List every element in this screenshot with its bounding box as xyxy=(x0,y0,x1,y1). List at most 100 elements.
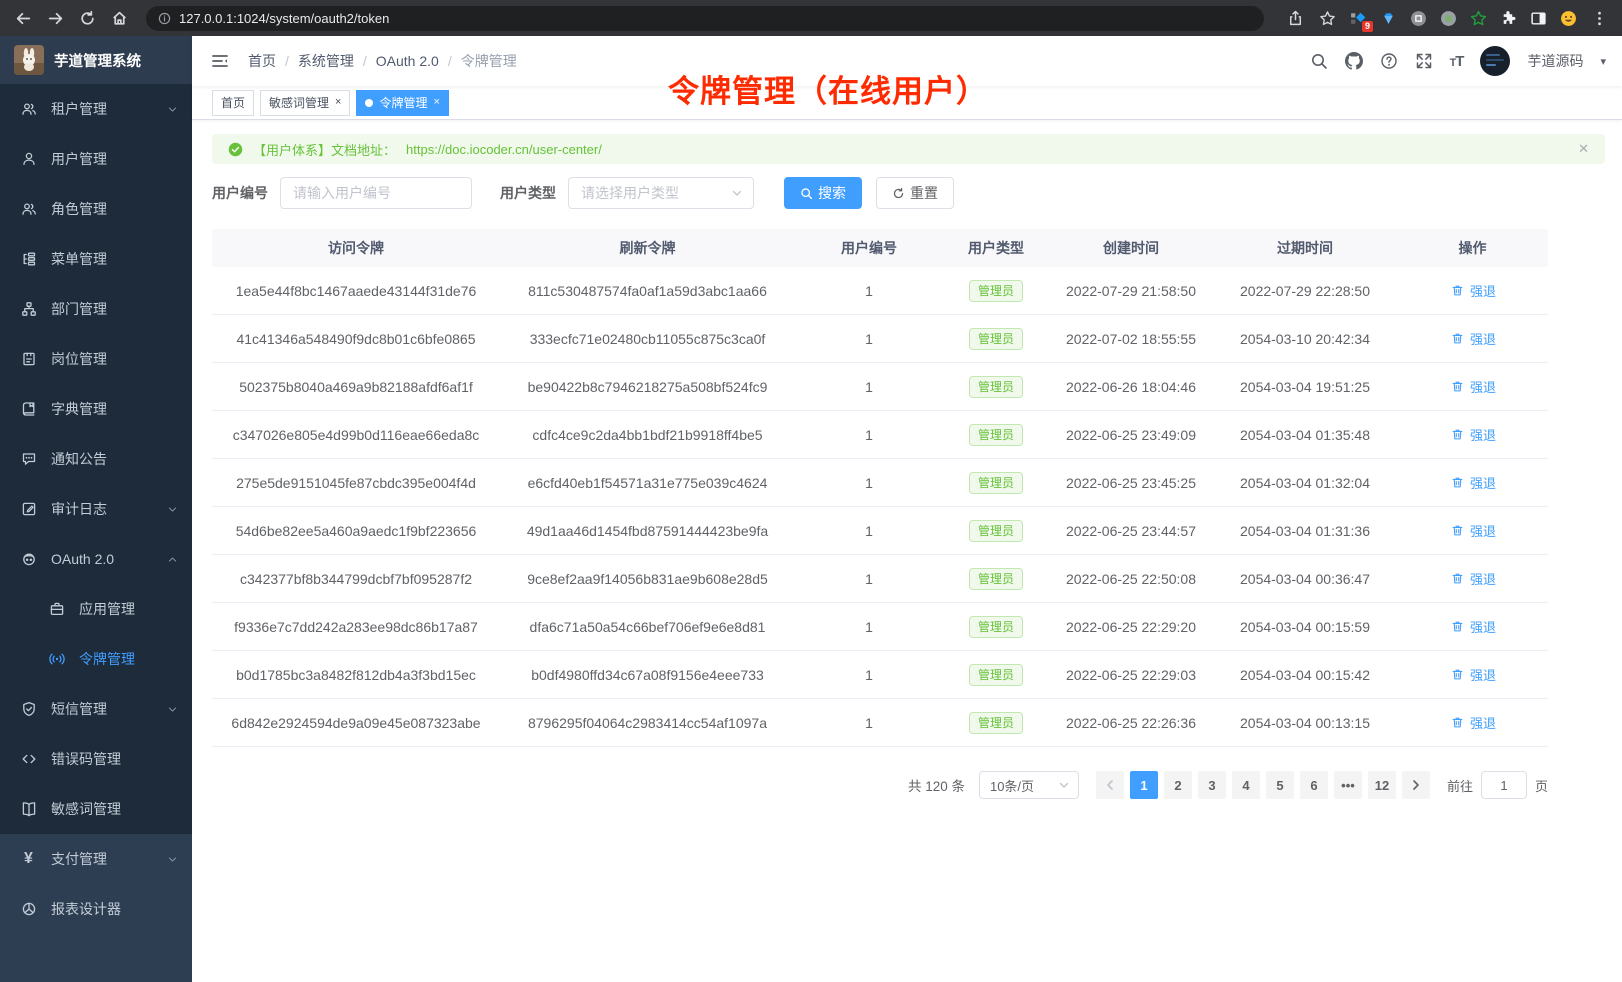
url-text: 127.0.0.1:1024/system/oauth2/token xyxy=(179,11,389,26)
force-logout-label: 强退 xyxy=(1470,425,1496,444)
sidebar-item-report[interactable]: 报表设计器 xyxy=(0,884,192,934)
force-logout-button[interactable]: 强退 xyxy=(1449,521,1496,540)
refresh-icon xyxy=(892,187,905,200)
tab-close-icon[interactable]: × xyxy=(433,97,439,108)
created-at-cell: 2022-06-25 22:29:03 xyxy=(1049,667,1213,683)
action-cell: 强退 xyxy=(1397,569,1548,588)
home-icon[interactable] xyxy=(106,5,132,31)
goto-page-input[interactable] xyxy=(1481,771,1527,799)
user-id-cell: 1 xyxy=(795,475,943,491)
extension-gem-icon[interactable] xyxy=(1376,6,1400,30)
user-type-cell: 管理员 xyxy=(943,664,1049,686)
tab-令牌管理[interactable]: 令牌管理× xyxy=(356,90,448,116)
force-logout-button[interactable]: 强退 xyxy=(1449,713,1496,732)
force-logout-button[interactable]: 强退 xyxy=(1449,617,1496,636)
tab-label: 首页 xyxy=(221,94,245,111)
sidebar-item-tenant[interactable]: 租户管理 xyxy=(0,84,192,134)
force-logout-button[interactable]: 强退 xyxy=(1449,569,1496,588)
table-row: 41c41346a548490f9dc8b01c6bfe0865333ecfc7… xyxy=(212,315,1548,363)
force-logout-button[interactable]: 强退 xyxy=(1449,473,1496,492)
avatar[interactable] xyxy=(1480,46,1510,76)
font-size-icon[interactable]: TT xyxy=(1450,53,1464,70)
page-button-5[interactable]: 5 xyxy=(1266,771,1294,799)
reset-button[interactable]: 重置 xyxy=(876,177,954,209)
force-logout-button[interactable]: 强退 xyxy=(1449,425,1496,444)
extension-command-icon[interactable] xyxy=(1406,6,1430,30)
site-info-icon[interactable] xyxy=(158,12,171,25)
sidebar-item-role[interactable]: 角色管理 xyxy=(0,184,192,234)
user-id-input[interactable] xyxy=(280,177,472,209)
forward-icon[interactable] xyxy=(42,5,68,31)
sidebar-item-log[interactable]: 审计日志 xyxy=(0,484,192,534)
alert-close-icon[interactable]: ✕ xyxy=(1578,141,1589,157)
alert-banner: 【用户体系】文档地址： https://doc.iocoder.cn/user-… xyxy=(212,134,1605,164)
sidebar-item-post[interactable]: 岗位管理 xyxy=(0,334,192,384)
profile-emoji-avatar[interactable] xyxy=(1556,6,1580,30)
search-button[interactable]: 搜索 xyxy=(784,177,862,209)
fullscreen-icon[interactable] xyxy=(1415,52,1433,70)
action-cell: 强退 xyxy=(1397,473,1548,492)
refresh-token-cell: 49d1aa46d1454fbd87591444423be9fa xyxy=(500,523,795,539)
github-icon[interactable] xyxy=(1345,52,1363,70)
extension-record-icon[interactable] xyxy=(1436,6,1460,30)
sidebar-item-token[interactable]: 令牌管理 xyxy=(0,634,192,684)
sidebar-item-oauth[interactable]: OAuth 2.0 xyxy=(0,534,192,584)
username[interactable]: 芋道源码 xyxy=(1527,51,1583,71)
share-icon[interactable] xyxy=(1282,5,1308,31)
force-logout-button[interactable]: 强退 xyxy=(1449,281,1496,300)
breadcrumb-item[interactable]: 首页 xyxy=(248,51,276,71)
search-button-label: 搜索 xyxy=(818,183,846,203)
tab-close-icon[interactable]: × xyxy=(335,97,341,108)
refresh-token-cell: cdfc4ce9c2da4bb1bdf21b9918ff4be5 xyxy=(500,427,795,443)
page-button-6[interactable]: 6 xyxy=(1300,771,1328,799)
extension-puzzle-icon[interactable] xyxy=(1496,6,1520,30)
address-bar[interactable]: 127.0.0.1:1024/system/oauth2/token xyxy=(146,6,1264,31)
force-logout-button[interactable]: 强退 xyxy=(1449,329,1496,348)
search-icon[interactable] xyxy=(1310,52,1328,70)
page-button-12[interactable]: 12 xyxy=(1368,771,1396,799)
breadcrumb-item[interactable]: 系统管理 xyxy=(298,51,354,71)
next-page-button[interactable] xyxy=(1402,771,1430,799)
tab-首页[interactable]: 首页 xyxy=(212,90,254,116)
chevron-down-icon xyxy=(1058,779,1070,791)
sidebar-item-dict[interactable]: 字典管理 xyxy=(0,384,192,434)
extension-star-icon[interactable] xyxy=(1466,6,1490,30)
caret-down-icon[interactable]: ▾ xyxy=(1600,55,1606,68)
sidebar-item-dept[interactable]: 部门管理 xyxy=(0,284,192,334)
help-icon[interactable] xyxy=(1380,52,1398,70)
reload-icon[interactable] xyxy=(74,5,100,31)
sidebar-panel-icon[interactable] xyxy=(1526,6,1550,30)
sidebar-item-sensitive[interactable]: 敏感词管理 xyxy=(0,784,192,834)
page-button-4[interactable]: 4 xyxy=(1232,771,1260,799)
browser-toolbar: 127.0.0.1:1024/system/oauth2/token 9 xyxy=(0,0,1622,36)
sidebar-item-pay[interactable]: ¥支付管理 xyxy=(0,834,192,884)
back-icon[interactable] xyxy=(10,5,36,31)
user-type-select[interactable]: 请选择用户类型 xyxy=(568,177,754,209)
page-button-3[interactable]: 3 xyxy=(1198,771,1226,799)
sidebar-item-app[interactable]: 应用管理 xyxy=(0,584,192,634)
tab-敏感词管理[interactable]: 敏感词管理× xyxy=(260,90,350,116)
sidebar-item-user[interactable]: 用户管理 xyxy=(0,134,192,184)
page-button-1[interactable]: 1 xyxy=(1130,771,1158,799)
page-button-2[interactable]: 2 xyxy=(1164,771,1192,799)
browser-menu-icon[interactable] xyxy=(1586,5,1612,31)
column-header: 用户类型 xyxy=(943,238,1049,258)
sidebar-item-notice[interactable]: 通知公告 xyxy=(0,434,192,484)
sidebar-item-sms[interactable]: 短信管理 xyxy=(0,684,192,734)
sidebar-item-errcode[interactable]: 错误码管理 xyxy=(0,734,192,784)
page-size-select[interactable]: 10条/页 xyxy=(979,771,1079,799)
bookmark-star-icon[interactable] xyxy=(1314,5,1340,31)
access-token-cell: 41c41346a548490f9dc8b01c6bfe0865 xyxy=(212,331,500,347)
hamburger-icon[interactable] xyxy=(210,51,230,71)
pager-ellipsis[interactable]: ••• xyxy=(1334,771,1362,799)
errcode-icon xyxy=(20,751,37,768)
prev-page-button[interactable] xyxy=(1096,771,1124,799)
sidebar-item-menu[interactable]: 菜单管理 xyxy=(0,234,192,284)
extension-diamond-icon[interactable]: 9 xyxy=(1346,6,1370,30)
app-logo[interactable]: 芋道管理系统 xyxy=(0,36,192,84)
alert-link[interactable]: https://doc.iocoder.cn/user-center/ xyxy=(406,142,602,157)
force-logout-button[interactable]: 强退 xyxy=(1449,377,1496,396)
breadcrumb-item[interactable]: OAuth 2.0 xyxy=(376,53,439,69)
access-token-cell: 54d6be82ee5a460a9aedc1f9bf223656 xyxy=(212,523,500,539)
force-logout-button[interactable]: 强退 xyxy=(1449,665,1496,684)
